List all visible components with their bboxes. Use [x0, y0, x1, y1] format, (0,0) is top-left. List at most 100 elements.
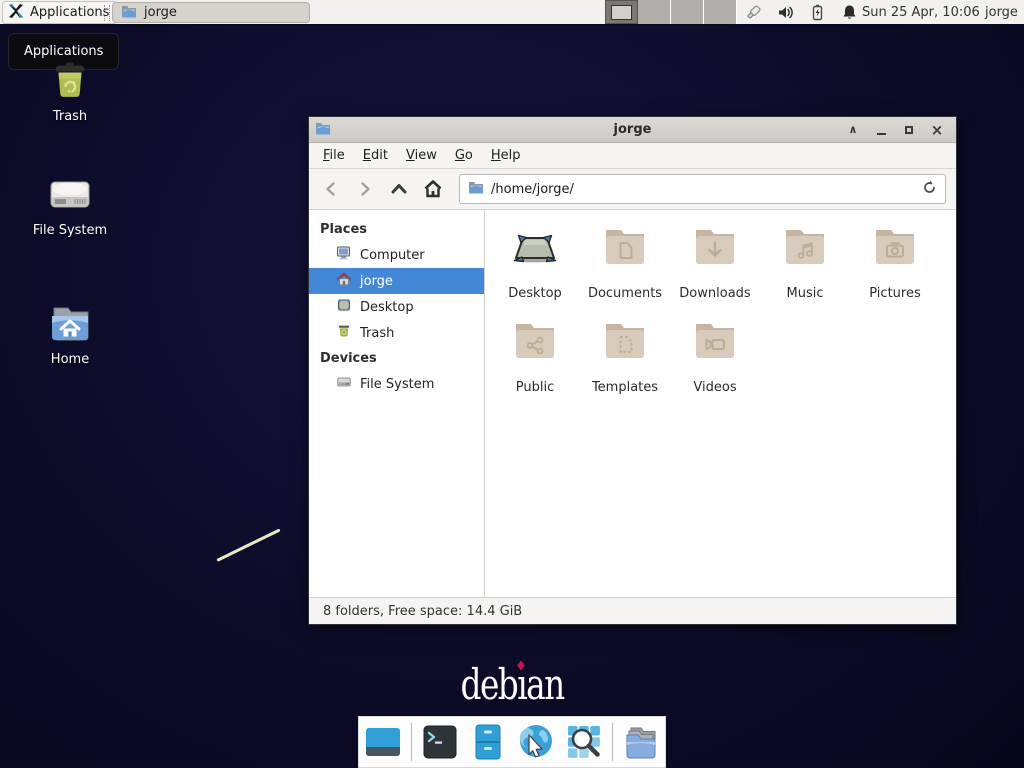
- workspace-switcher: [605, 0, 737, 24]
- music-folder-icon: [781, 222, 829, 270]
- back-button[interactable]: [315, 174, 347, 204]
- videos-folder-icon: [691, 316, 739, 364]
- taskbar-window-button[interactable]: jorge: [112, 2, 310, 23]
- shade-button[interactable]: ∧: [846, 123, 860, 137]
- minimize-button[interactable]: [874, 123, 888, 137]
- status-text: 8 folders, Free space: 14.4 GiB: [323, 604, 522, 619]
- notifications-bell-icon[interactable]: [840, 3, 859, 22]
- file-manager-window: jorge ∧ × File Edit View Go Help: [308, 116, 957, 625]
- home-icon: [336, 271, 352, 291]
- terminal-icon[interactable]: [420, 722, 460, 762]
- hard-drive-icon: [46, 170, 94, 218]
- folder-label: Pictures: [850, 286, 940, 301]
- home-button[interactable]: [417, 174, 449, 204]
- sidebar-item-label: Computer: [360, 248, 425, 263]
- menu-bar: File Edit View Go Help: [309, 143, 956, 169]
- menu-file[interactable]: File: [314, 144, 354, 167]
- sidebar-item-label: Trash: [360, 326, 394, 341]
- pictures-folder-icon: [871, 222, 919, 270]
- sidebar-item-label: File System: [360, 377, 434, 392]
- sidebar-item-computer[interactable]: Computer: [309, 242, 484, 268]
- folder-item-documents[interactable]: Documents: [580, 222, 670, 316]
- toolbar: /home/jorge/: [309, 169, 956, 210]
- forward-button[interactable]: [349, 174, 381, 204]
- xfce-menu-icon: [7, 2, 25, 24]
- desktop-icon-label: File System: [20, 223, 120, 238]
- path-text[interactable]: /home/jorge/: [491, 182, 915, 197]
- workspace-4[interactable]: [704, 0, 737, 24]
- templates-folder-icon: [601, 316, 649, 364]
- folder-item-desktop[interactable]: Desktop: [490, 222, 580, 316]
- sidebar-item-file-system[interactable]: File System: [309, 371, 484, 397]
- menu-view[interactable]: View: [397, 144, 446, 167]
- computer-icon: [336, 245, 352, 265]
- panel-clock[interactable]: Sun 25 Apr, 10:06: [862, 5, 980, 20]
- application-finder-icon[interactable]: [564, 722, 604, 762]
- dock-separator: [411, 723, 412, 761]
- sidebar-item-label: jorge: [360, 274, 393, 289]
- documents-folder-icon: [601, 222, 649, 270]
- desktop-icon-file-system[interactable]: File System: [20, 170, 120, 238]
- system-tray: [744, 3, 859, 22]
- show-desktop-icon[interactable]: [363, 722, 403, 762]
- downloads-folder-icon: [691, 222, 739, 270]
- workspace-window-preview: [611, 5, 632, 20]
- debian-logo-text: an: [527, 660, 565, 709]
- up-button[interactable]: [383, 174, 415, 204]
- folder-label: Desktop: [490, 286, 580, 301]
- desktop-icon-label: Home: [20, 352, 120, 367]
- workspace-1[interactable]: [605, 0, 638, 24]
- public-folder-icon: [511, 316, 559, 364]
- sidebar-item-desktop[interactable]: Desktop: [309, 294, 484, 320]
- applications-menu-button[interactable]: Applications: [2, 1, 117, 24]
- desktop: Applications jorge: [0, 0, 1024, 768]
- workspace-3[interactable]: [671, 0, 704, 24]
- folder-icon: [121, 3, 137, 23]
- folder-label: Music: [760, 286, 850, 301]
- folder-item-downloads[interactable]: Downloads: [670, 222, 760, 316]
- sidebar: Places Computer: [309, 210, 485, 597]
- folder-item-music[interactable]: Music: [760, 222, 850, 316]
- path-folder-icon: [468, 179, 484, 199]
- folder-label: Downloads: [670, 286, 760, 301]
- folder-label: Documents: [580, 286, 670, 301]
- folder-item-videos[interactable]: Videos: [670, 316, 760, 410]
- desktop-mini-icon: [336, 297, 352, 317]
- battery-icon[interactable]: [808, 3, 827, 22]
- panel-separator-grip: [104, 5, 110, 21]
- removable-media-icon[interactable]: [744, 3, 763, 22]
- menu-help[interactable]: Help: [482, 144, 530, 167]
- folder-item-pictures[interactable]: Pictures: [850, 222, 940, 316]
- taskbar-window-label: jorge: [144, 5, 177, 20]
- desktop-icon-home[interactable]: Home: [20, 299, 120, 367]
- folder-item-public[interactable]: Public: [490, 316, 580, 410]
- reload-icon[interactable]: [922, 180, 937, 199]
- desktop-special-icon: [511, 222, 559, 270]
- menu-edit[interactable]: Edit: [354, 144, 397, 167]
- location-bar[interactable]: /home/jorge/: [459, 174, 946, 204]
- close-button[interactable]: ×: [930, 123, 944, 137]
- sidebar-item-jorge[interactable]: jorge: [309, 268, 484, 294]
- wallpaper-line-artifact: [216, 528, 280, 561]
- window-titlebar[interactable]: jorge ∧ ×: [309, 117, 956, 143]
- directory-menu-icon[interactable]: [621, 722, 661, 762]
- web-browser-icon[interactable]: [516, 722, 556, 762]
- applications-menu-label: Applications: [30, 5, 109, 20]
- panel-username[interactable]: jorge: [985, 5, 1018, 20]
- maximize-button[interactable]: [902, 123, 916, 137]
- sidebar-heading-places: Places: [309, 217, 484, 242]
- drive-mini-icon: [336, 374, 352, 394]
- folder-label: Videos: [670, 380, 760, 395]
- folder-item-templates[interactable]: Templates: [580, 316, 670, 410]
- volume-icon[interactable]: [776, 3, 795, 22]
- sidebar-item-trash[interactable]: Trash: [309, 320, 484, 346]
- folder-label: Templates: [580, 380, 670, 395]
- file-manager-icon[interactable]: [468, 722, 508, 762]
- trash-mini-icon: [336, 323, 352, 343]
- status-bar: 8 folders, Free space: 14.4 GiB: [309, 597, 956, 624]
- debian-logo: debıan: [440, 658, 585, 710]
- desktop-icon-trash[interactable]: Trash: [20, 56, 120, 124]
- workspace-2[interactable]: [638, 0, 671, 24]
- menu-go[interactable]: Go: [446, 144, 482, 167]
- top-panel: Applications jorge: [0, 0, 1024, 26]
